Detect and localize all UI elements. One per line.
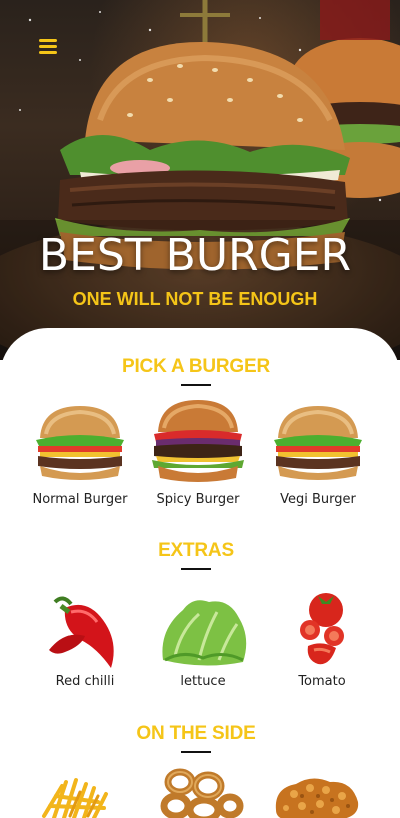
side-item-fried-chicken[interactable]	[256, 766, 376, 818]
burger-icon	[36, 406, 124, 480]
hero-banner: BEST BURGER ONE WILL NOT BE ENOUGH	[0, 0, 400, 360]
extra-label: Red chilli	[55, 674, 115, 689]
burger-item-vegi[interactable]: Vegi Burger	[258, 400, 378, 507]
extra-item-chilli[interactable]: Red chilli	[25, 590, 145, 689]
burger-item-normal[interactable]: Normal Burger	[20, 400, 140, 507]
hero-title: BEST BURGER	[38, 230, 352, 281]
section-divider	[181, 384, 211, 386]
burger-icon	[274, 406, 362, 480]
section-title-extras: EXTRAS	[158, 540, 234, 561]
menu-card: PICK A BURGER Normal Burger Spicy Burger	[0, 328, 400, 818]
section-divider	[181, 751, 211, 753]
chilli-icon	[49, 596, 114, 668]
extra-label: Tomato	[298, 674, 346, 689]
onion-rings-icon	[160, 768, 244, 818]
extra-item-tomato[interactable]: Tomato	[262, 590, 382, 689]
hamburger-menu-icon[interactable]	[39, 37, 61, 57]
lettuce-icon	[162, 600, 247, 666]
tomato-icon	[300, 593, 344, 665]
extra-label: lettuce	[180, 674, 226, 689]
burger-icon	[152, 400, 244, 482]
side-item-fries[interactable]	[16, 766, 136, 818]
burger-label: Spicy Burger	[156, 492, 240, 507]
burger-label: Vegi Burger	[280, 492, 356, 507]
side-item-onion-rings[interactable]	[136, 766, 256, 818]
hero-subtitle: ONE WILL NOT BE ENOUGH	[72, 289, 318, 309]
fries-icon	[42, 778, 108, 818]
section-divider	[181, 568, 211, 570]
burger-label: Normal Burger	[32, 492, 128, 507]
extra-item-lettuce[interactable]: lettuce	[143, 590, 263, 689]
section-title-burgers: PICK A BURGER	[122, 356, 270, 377]
section-title-sides: ON THE SIDE	[136, 723, 256, 744]
burger-item-spicy[interactable]: Spicy Burger	[138, 398, 258, 507]
fried-chicken-icon	[275, 778, 359, 818]
